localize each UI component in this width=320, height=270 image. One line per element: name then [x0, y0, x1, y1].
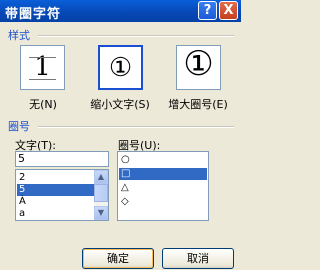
close-icon: X — [223, 3, 234, 18]
cancel-button[interactable]: 取消 — [162, 248, 234, 269]
symbol-list-item-circle[interactable]: ○ — [119, 154, 207, 166]
style-option-shrink[interactable]: ① — [98, 45, 143, 90]
symbol-list-item-square-selected[interactable]: □ — [119, 168, 207, 180]
guide-line-top — [29, 57, 56, 58]
circle-separator — [38, 126, 234, 128]
symbol-list-item-diamond[interactable]: ◇ — [119, 196, 207, 208]
up-arrow-icon[interactable]: ▲ — [94, 170, 108, 184]
symbol-list-item-triangle[interactable]: △ — [119, 182, 207, 194]
style-enlarge-glyph: ① — [183, 44, 214, 84]
text-list-item[interactable]: 2 — [17, 172, 94, 184]
style-separator — [38, 35, 234, 37]
close-button[interactable]: X — [219, 1, 238, 20]
text-list-item[interactable]: a — [17, 208, 94, 220]
style-enlarge-label[interactable]: 增大圈号(E) — [163, 96, 233, 112]
scroll-thumb[interactable] — [94, 184, 108, 202]
help-button[interactable]: ? — [198, 1, 217, 20]
title-bar[interactable]: 带圈字符 ? X — [0, 0, 241, 22]
text-list-scrollbar[interactable]: ▲ ▼ — [94, 170, 108, 220]
text-list-item-selected[interactable]: 5 — [17, 184, 94, 196]
style-shrink-glyph: ① — [108, 53, 133, 83]
guide-line-bottom — [29, 79, 56, 80]
symbol-listbox[interactable]: ○ □ △ ◇ — [117, 151, 209, 221]
circle-group-label: 圈号 — [8, 120, 30, 133]
style-option-enlarge[interactable]: ① — [176, 45, 221, 90]
window-title: 带圈字符 — [5, 7, 62, 22]
style-option-none[interactable]: 1 — [20, 45, 65, 90]
text-listbox[interactable]: 2 5 À a ▲ ▼ — [15, 169, 109, 221]
style-group-label: 样式 — [8, 29, 30, 42]
question-icon: ? — [203, 3, 212, 18]
text-input[interactable]: 5 — [15, 151, 109, 167]
dialog-window: 带圈字符 ? X 样式 1 ① ① 无(N) 缩小文字(S) 增大圈号(E) 圈… — [0, 0, 241, 270]
style-none-label[interactable]: 无(N) — [8, 96, 78, 112]
ok-button[interactable]: 确定 — [82, 248, 154, 269]
style-shrink-label[interactable]: 缩小文字(S) — [85, 96, 155, 112]
down-arrow-icon[interactable]: ▼ — [94, 206, 108, 220]
text-list-item[interactable]: À — [17, 196, 94, 208]
